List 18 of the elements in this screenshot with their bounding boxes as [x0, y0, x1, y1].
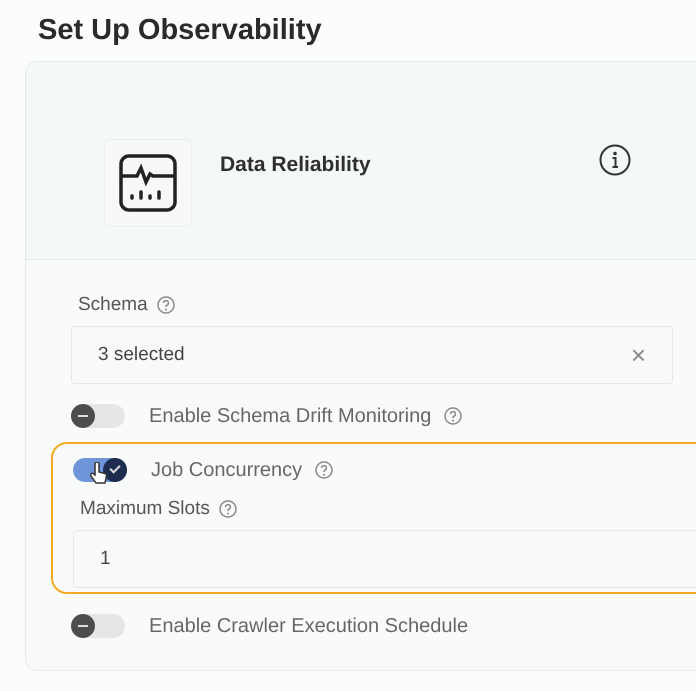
- monitor-icon: [104, 139, 192, 227]
- input-field[interactable]: 1: [73, 530, 696, 588]
- help-icon[interactable]: [314, 460, 334, 480]
- field-label: Schema: [78, 294, 148, 316]
- toggle-switch[interactable]: [71, 404, 125, 428]
- help-icon[interactable]: [218, 499, 238, 519]
- page-title: Set Up Observability: [38, 14, 323, 47]
- toggle-switch[interactable]: [71, 614, 125, 638]
- toggle-label: Enable Schema Drift Monitoring: [149, 404, 432, 428]
- help-icon[interactable]: [443, 406, 464, 426]
- hand-cursor-icon: [89, 462, 109, 486]
- toggle-label: Job Concurrency: [151, 458, 302, 482]
- card-title: Data Reliability: [220, 153, 372, 177]
- field-label: Maximum Slots: [80, 498, 210, 520]
- help-icon[interactable]: [156, 295, 176, 315]
- toggle-label: Enable Crawler Execution Schedule: [149, 614, 468, 638]
- info-icon[interactable]: [598, 143, 632, 177]
- schema-select[interactable]: 3 selected ×: [71, 326, 673, 384]
